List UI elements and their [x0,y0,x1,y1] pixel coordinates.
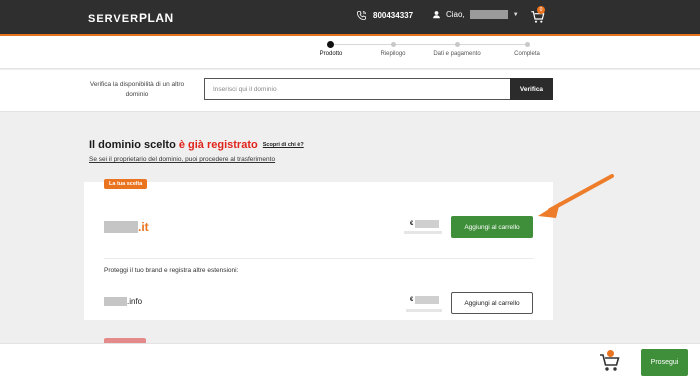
price-redacted [415,296,440,304]
phone-icon [356,10,367,21]
top-header: SERVERPLAN 800434337 Ciao, ▼ 0 [0,0,700,34]
step-dot-prodotto [327,41,334,48]
step-label-prodotto: Prodotto [319,51,343,57]
main-domain-extension: .it [138,220,149,234]
alt-domain-price: € [410,296,440,304]
step-label-completa: Completa [514,51,540,57]
currency-symbol: € [410,221,414,227]
user-menu[interactable]: Ciao, ▼ [432,10,519,19]
result-heading: Il dominio scelto è già registrato Scopr… [89,139,304,151]
chevron-down-icon: ▼ [512,11,519,18]
phone-number: 800434337 [373,11,414,20]
cart-count-badge: 0 [537,6,545,14]
phone-contact[interactable]: 800434337 [356,10,413,21]
protect-brand-text: Proteggi il tuo brand e registra altre e… [104,267,239,274]
checkout-steps: Prodotto Riepilogo Dati e pagamento Comp… [0,36,700,69]
serverplan-logo[interactable]: SERVERPLAN [88,11,174,25]
arrow-annotation-icon [538,174,614,218]
alt-domain-name-redacted [104,297,127,306]
heading-prefix: Il dominio scelto [89,139,179,151]
domain-search-input[interactable] [204,78,510,100]
user-icon [433,11,440,19]
verify-button[interactable]: Verifica [510,78,553,100]
price-note-redacted [406,309,442,312]
step-dot-riepilogo [391,42,396,47]
step-label-riepilogo: Riepilogo [380,51,406,57]
continue-button[interactable]: Prosegui [641,349,688,376]
currency-symbol: € [410,297,414,303]
domain-check-bar: Verifica la disponibilità di un altro do… [0,70,700,112]
domain-check-label: Verifica la disponibilità di un altro do… [89,81,185,98]
your-choice-badge: La tua scelta [104,179,148,189]
user-greeting: Ciao, [446,10,465,19]
price-redacted [415,220,440,228]
logo-text-plan: PLAN [139,11,174,25]
step-dot-dati-pagamento [455,42,460,47]
logo-text-server: SERVER [88,13,140,25]
bottom-bar [0,343,700,383]
card-divider [104,258,534,259]
cart-indicator-badge [607,350,614,357]
step-label-dati-pagamento: Dati e pagamento [433,51,481,57]
step-dot-completa [525,42,530,47]
main-domain-name-redacted [104,221,138,233]
steps-connector [331,44,528,45]
add-to-cart-button-main[interactable]: Aggiungi al carrello [451,216,533,238]
transfer-link[interactable]: Se sei il proprietario del dominio, puoi… [89,156,275,163]
user-name-redacted [469,10,508,19]
price-note-redacted [404,231,442,234]
main-domain-price: € [410,220,440,228]
alt-domain-extension: .info [127,297,143,306]
who-owns-link[interactable]: Scopri di chi è? [263,142,304,148]
heading-registered: è già registrato [178,139,258,151]
add-to-cart-button-alt[interactable]: Aggiungi al carrello [451,292,533,314]
